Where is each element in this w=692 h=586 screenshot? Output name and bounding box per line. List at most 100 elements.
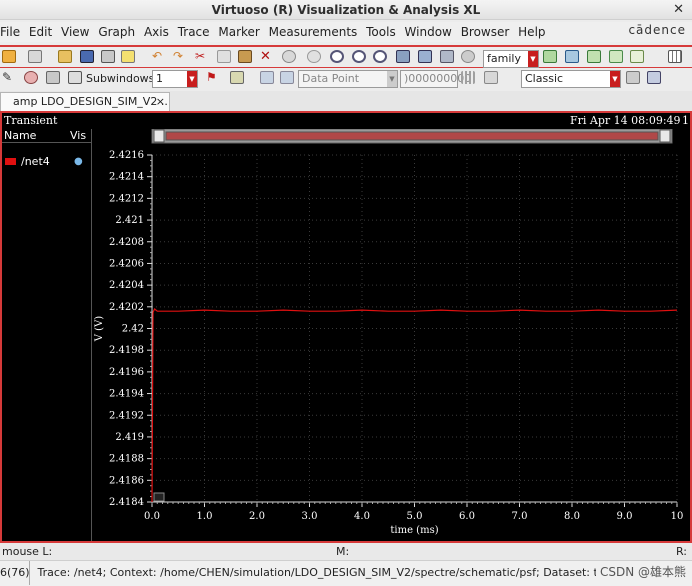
bug-icon[interactable] (24, 71, 41, 87)
y-tick-label: 2.4214 (109, 172, 144, 183)
layout-icon[interactable] (68, 71, 85, 87)
legend-trace-net4[interactable]: /net4 ● (4, 155, 90, 169)
trace-legend-panel: Name Vis /net4 ● (2, 129, 92, 541)
family-select-value: family (487, 52, 521, 65)
y-tick-label: 2.4192 (109, 410, 144, 421)
menu-view[interactable]: View (61, 22, 94, 42)
close-icon[interactable]: ✕ (673, 0, 684, 20)
menu-help[interactable]: Help (518, 22, 550, 42)
y-tick-label: 2.4188 (109, 454, 144, 465)
tab-amp-ldo[interactable]: amp LDO_DESIGN_SIM_V2 ... × (0, 92, 170, 111)
x-axis-label: time (ms) (390, 525, 438, 536)
script-icon[interactable] (230, 71, 247, 87)
family-select[interactable]: family ▼ (483, 50, 539, 68)
menu-marker[interactable]: Marker (218, 22, 264, 42)
zoom-y-icon[interactable] (440, 50, 457, 66)
zoom-out-icon[interactable] (352, 50, 369, 66)
strip-chart-icon[interactable] (543, 50, 560, 66)
secondary-toolbar: ✎ Subwindows: 1 ▼ ⚑ Data Point ▼ )000000… (0, 68, 692, 90)
value-field[interactable]: )000000000 (400, 70, 471, 88)
zoom-region-icon[interactable] (418, 50, 435, 66)
scrollbar-thumb (165, 131, 659, 141)
stop-icon[interactable] (282, 50, 299, 66)
trace-net4-line (151, 308, 678, 503)
legend-header: Name Vis (2, 129, 91, 143)
settings-icon[interactable] (647, 71, 664, 87)
print-preview-icon[interactable] (121, 50, 138, 66)
menu-axis[interactable]: Axis (144, 22, 174, 42)
mouse-middle-status: M: (336, 545, 350, 558)
status-bar: mouse L: M: R: (0, 543, 692, 561)
zoom-fit-icon[interactable] (396, 50, 413, 66)
export-icon[interactable] (626, 71, 643, 87)
composite-icon[interactable] (565, 50, 582, 66)
paste-icon[interactable] (238, 50, 255, 66)
y-tick-label: 2.4208 (109, 237, 144, 248)
chevron-down-icon: ▼ (528, 51, 538, 67)
subwindows-select[interactable]: 1 ▼ (152, 70, 198, 88)
new-subwindow-icon[interactable] (28, 50, 45, 66)
tab-label: amp LDO_DESIGN_SIM_V2 ... (13, 95, 170, 108)
subwindows-label: Subwindows: (86, 72, 159, 85)
name-column: Name (4, 129, 37, 142)
menu-measurements[interactable]: Measurements (269, 22, 363, 42)
next-point-icon[interactable] (280, 71, 297, 87)
mouse-left-status: mouse L: (2, 545, 53, 558)
play-icon (153, 492, 165, 502)
new-window-icon[interactable] (2, 50, 19, 66)
y-tick-label: 2.419 (115, 432, 144, 443)
prev-point-icon[interactable] (260, 71, 277, 87)
grid-icon[interactable] (668, 50, 685, 66)
menu-graph[interactable]: Graph (98, 22, 140, 42)
delete-icon[interactable]: ✕ (260, 50, 277, 66)
zoom-reset-icon[interactable] (461, 50, 478, 66)
menu-file[interactable]: File (0, 22, 25, 42)
data-point-field[interactable]: Data Point ▼ (298, 70, 398, 88)
close-icon[interactable]: × (156, 93, 165, 111)
x-tick-label: 5.0 (407, 511, 423, 522)
plot-area: 2.4216 2.4214 2.4212 2.421 2.4208 2.4206 2.420… (93, 128, 690, 544)
zoom-in-icon[interactable] (330, 50, 347, 66)
copy-icon[interactable] (217, 50, 234, 66)
x-tick-label: 1.0 (197, 511, 213, 522)
menu-trace[interactable]: Trace (178, 22, 215, 42)
menu-tools[interactable]: Tools (366, 22, 401, 42)
flag-icon[interactable]: ⚑ (206, 71, 223, 87)
menu-edit[interactable]: Edit (29, 22, 57, 42)
watermark: CSDN @雄本熊 (595, 563, 686, 580)
chart-svg[interactable]: 2.42162.42142.42122.4212.42082.42062.420… (93, 128, 690, 541)
eye-icon[interactable]: ● (74, 155, 83, 169)
calc-icon[interactable] (484, 71, 501, 87)
x-tick-label: 8.0 (564, 511, 580, 522)
cut-icon[interactable]: ✂ (195, 50, 212, 66)
trash-icon[interactable] (46, 71, 63, 87)
vis-column: Vis (70, 129, 87, 142)
pen-icon[interactable]: ✎ (2, 71, 19, 87)
style-select-value: Classic (525, 72, 564, 85)
x-tick-label: 9.0 (617, 511, 633, 522)
open-folder-icon[interactable] (58, 50, 75, 66)
redo-icon[interactable]: ↷ (173, 50, 190, 66)
menu-window[interactable]: Window (405, 22, 457, 42)
style-select[interactable]: Classic ▼ (521, 70, 621, 88)
undo-icon[interactable]: ↶ (152, 50, 169, 66)
smith-chart-icon[interactable] (609, 50, 626, 66)
x-tick-label: 6.0 (459, 511, 475, 522)
circle-icon[interactable] (307, 50, 324, 66)
polar-icon[interactable] (630, 50, 647, 66)
menu-browser[interactable]: Browser (461, 22, 515, 42)
print-icon[interactable] (101, 50, 118, 66)
bar-chart-icon[interactable] (461, 71, 478, 87)
cadence-logo: cādence (628, 23, 686, 37)
y-tick-label: 2.4198 (109, 345, 144, 356)
save-icon[interactable] (80, 50, 97, 66)
data-point-placeholder: Data Point (302, 72, 360, 85)
window-title-bar: Virtuoso (R) Visualization & Analysis XL… (0, 0, 692, 20)
info-bar: 6(76) Trace: /net4; Context: /home/CHEN/… (0, 561, 692, 586)
x-tick-label: 0.0 (144, 511, 160, 522)
graph-window: Transient Fri Apr 14 08:09:49 1 Name Vis… (0, 111, 692, 543)
overlay-icon[interactable] (587, 50, 604, 66)
chevron-down-icon: ▼ (387, 71, 397, 87)
y-tick-label: 2.4212 (109, 193, 144, 204)
zoom-x-icon[interactable] (373, 50, 390, 66)
